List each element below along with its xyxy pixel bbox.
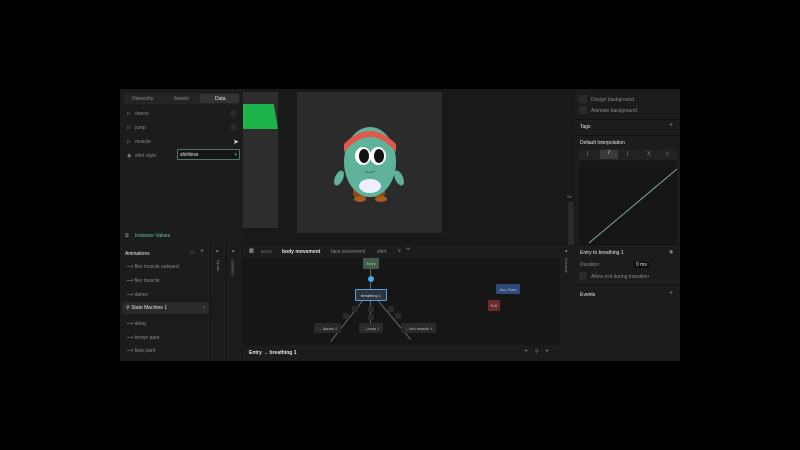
play-icon[interactable]: ▷ [666,151,670,157]
events-title: Events [580,292,596,298]
state-machine-editor[interactable]: ▥ BOTE body movement face movement shirt… [243,245,560,361]
interpolation-title: Default Interpolation [580,140,625,146]
linear-icon[interactable]: / [600,150,618,159]
add-layer-button[interactable]: + [406,246,410,253]
jump-node[interactable]: → jump 1 [359,323,383,333]
interpolation-curve [579,161,677,244]
interpolation-toolbar: ∫ / ∫ Ҳ ▷ [579,149,677,160]
layer-tab[interactable]: face movement [331,249,365,255]
inspector-panel: Design background Animate background Tag… [575,89,680,361]
hold-icon[interactable]: ∫ [587,151,588,157]
inputs-tab[interactable]: ▴ Inputs [211,245,226,361]
artboard-main[interactable] [297,92,442,233]
layer-tab[interactable]: shirt [377,249,386,255]
cursor-icon: ➤ [233,139,239,146]
enum-icon: ◉ [127,153,132,159]
layer-tab[interactable]: BOTE [261,249,272,254]
animations-panel: Animations ▭ + ⟶ flex muscle outward ⟶ f… [120,245,210,361]
elastic-icon[interactable]: Ҳ [647,151,650,157]
transition-title: Entry to breathing 1 [580,250,624,256]
duration-field[interactable]: 0 ms [634,262,649,268]
zoom-label: Ss [567,194,572,199]
green-shape [243,104,278,129]
animation-item[interactable]: ⟶ delay [126,321,147,327]
layer-tab-active[interactable]: body movement [282,249,320,255]
eye-icon[interactable]: ◉ [669,249,673,255]
animations-title: Animations [125,251,150,257]
allow-exit-checkbox[interactable] [579,272,587,280]
entry-node[interactable]: Entry [363,258,379,269]
data-panel: Hierarchy Assets Data ▷ dance ▷ jump ▷ m… [120,89,243,245]
trigger-button[interactable] [230,124,237,131]
cubic-icon[interactable]: ∫ [627,151,628,157]
trigger-icon: ▷ [127,111,131,117]
any-state-node[interactable]: Any State [496,284,520,294]
animation-item-selected[interactable]: ⚲ State Machine 1 ✓ [122,302,209,314]
animation-item[interactable]: ⟶ flex muscle outward [126,264,179,270]
shirt-style-select[interactable]: shirtless ▾ [177,149,240,160]
layers-icon[interactable]: ▥ [249,248,254,254]
design-background-checkbox[interactable] [579,95,587,103]
breathing-node[interactable]: breathing 1 [355,289,387,301]
add-tag-button[interactable]: + [669,122,673,129]
animation-item[interactable]: ⟶ brown pant [126,335,159,341]
tab-data[interactable]: Data [215,96,226,102]
character-illustration [334,127,404,202]
exit-node[interactable]: Exit [488,300,500,311]
trigger-icon: ▷ [127,125,131,131]
animation-item[interactable]: ⟶ flex muscle [126,278,160,284]
panel-icon: ⧉ [125,233,129,239]
transition-dot[interactable] [368,276,374,282]
instance-values-link[interactable]: Instance Values [135,233,170,239]
trigger-icon: ▷ [127,139,131,145]
tags-title: Tags [580,124,591,130]
transition-breadcrumb: Entry → breathing 1 [249,350,297,356]
canvas[interactable]: Ss [243,89,575,245]
tab-assets[interactable]: Assets [174,96,189,102]
animate-background-checkbox[interactable] [579,106,587,114]
input-dance[interactable]: dance [135,111,149,117]
trigger-button[interactable] [230,110,237,117]
check-icon: ✓ [202,305,207,311]
input-shirt-style: shirt style [135,153,157,159]
add-animation-button[interactable]: + [200,248,204,255]
folder-icon[interactable]: ▭ [190,250,195,256]
add-event-button[interactable]: + [669,290,673,297]
console-tab[interactable]: ▴ Console [560,245,575,361]
input-muscle[interactable]: muscle [135,139,151,145]
link-icon[interactable]: ⚲ [535,349,539,355]
add-button[interactable]: + [545,348,549,355]
flex-muscle-node[interactable]: → flex muscle 1 [401,323,436,333]
dance-node[interactable]: → dance 1 [314,323,341,333]
menu-icon[interactable]: ≡ [398,248,401,254]
listeners-tab[interactable]: ▴ Listeners [227,245,242,361]
chevron-down-icon: ▾ [234,152,237,158]
zoom-slider[interactable] [568,202,574,245]
tab-hierarchy[interactable]: Hierarchy [132,96,153,102]
input-jump[interactable]: jump [135,125,146,131]
animation-item[interactable]: ⟶ dance [126,292,148,298]
add-state-button[interactable]: + [524,348,528,355]
animation-item[interactable]: ⟶ blue pant [126,348,155,354]
